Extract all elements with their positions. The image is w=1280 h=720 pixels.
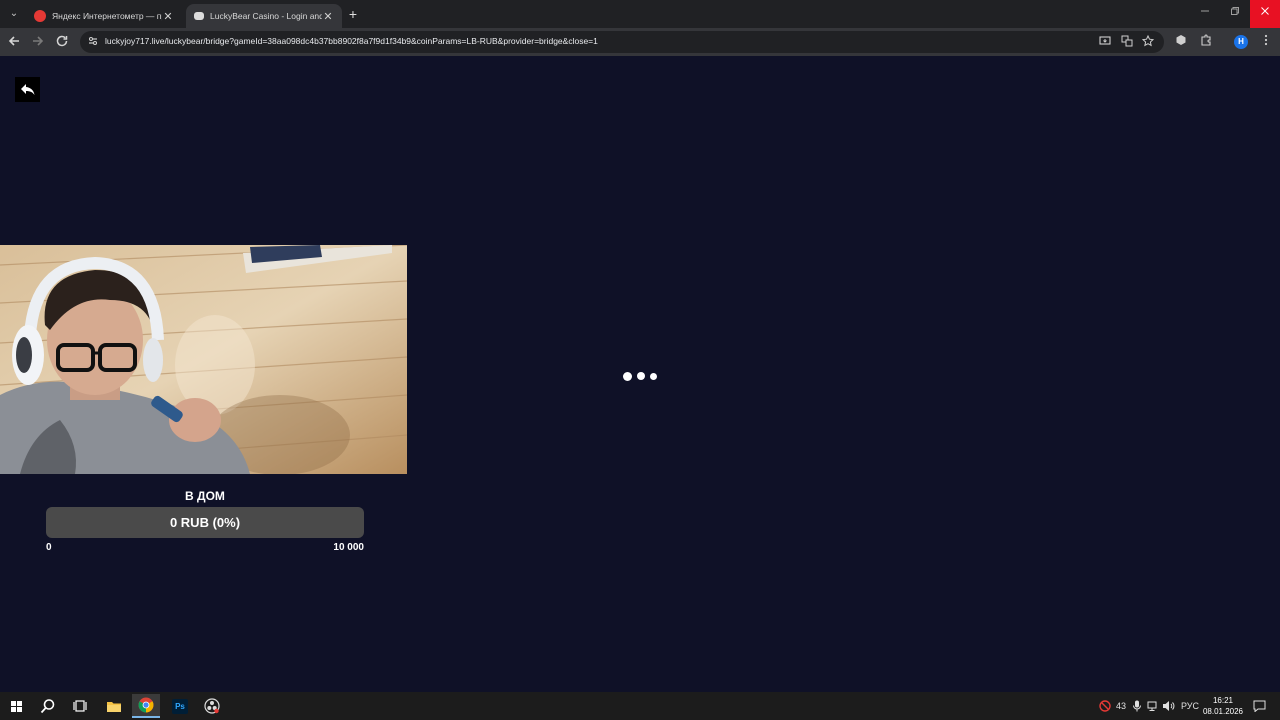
forward-nav-button[interactable] [30, 34, 46, 50]
webcam-video [0, 245, 407, 474]
profile-avatar[interactable]: H [1234, 35, 1248, 49]
arrow-right-icon [33, 36, 44, 46]
volume-icon[interactable] [1162, 700, 1175, 715]
translate-icon[interactable] [1120, 35, 1134, 49]
microphone-icon[interactable] [1132, 700, 1142, 715]
site-info-icon[interactable] [86, 35, 100, 49]
notifications-icon[interactable] [1253, 700, 1266, 715]
loading-dot [650, 372, 657, 380]
browser-menu-icon[interactable] [1258, 34, 1274, 50]
network-icon[interactable] [1147, 700, 1159, 715]
close-icon [1261, 7, 1269, 15]
back-nav-button[interactable] [6, 34, 22, 50]
tab-yandex[interactable]: Яндекс Интернетометр — про ✕ [26, 4, 182, 28]
new-tab-button[interactable]: + [346, 6, 360, 22]
search-icon [40, 699, 55, 714]
luckybear-favicon-icon [194, 12, 204, 20]
loading-dot [623, 371, 632, 381]
extension-icon[interactable] [1173, 34, 1189, 50]
tab-luckybear[interactable]: LuckyBear Casino - Login and A ✕ [186, 4, 342, 28]
donation-goal-amount: 0 RUB (0%) [169, 515, 241, 530]
obs-taskbar-button[interactable] [198, 694, 226, 718]
address-bar[interactable]: luckyjoy717.live/luckybear/bridge?gameId… [80, 31, 1164, 53]
chrome-taskbar-button[interactable] [132, 694, 160, 718]
tab-search-icon[interactable]: ⌄ [6, 6, 22, 22]
windows-taskbar: Ps 43 РУС 16:21 08.01.2026 [0, 692, 1280, 720]
obs-icon [204, 698, 220, 714]
goal-min-label: 0 [46, 542, 52, 553]
window-restore-button[interactable] [1220, 0, 1250, 28]
install-app-icon[interactable] [1098, 35, 1112, 49]
chrome-icon [138, 697, 154, 713]
task-view-icon [73, 700, 87, 712]
tray-app-icon[interactable] [1099, 700, 1111, 715]
photoshop-taskbar-button[interactable]: Ps [166, 694, 194, 718]
extensions-puzzle-icon[interactable] [1198, 34, 1214, 50]
photoshop-icon: Ps [172, 698, 188, 714]
restore-icon [1231, 7, 1239, 15]
tab-title: Яндекс Интернетометр — про [52, 11, 162, 21]
yandex-favicon-icon [34, 10, 46, 22]
tab-strip: ⌄ Яндекс Интернетометр — про ✕ LuckyBear… [0, 0, 1280, 28]
folder-icon [107, 702, 121, 712]
tab-close-icon[interactable]: ✕ [162, 10, 174, 23]
minimize-icon [1201, 10, 1209, 12]
windows-logo-icon [10, 700, 22, 712]
goal-max-label: 10 000 [333, 542, 364, 553]
weather-temp[interactable]: 43 [1116, 700, 1126, 712]
clock-time: 16:21 [1212, 696, 1234, 705]
loading-indicator [623, 371, 657, 381]
back-button[interactable] [15, 77, 40, 102]
tab-title: LuckyBear Casino - Login and A [210, 11, 322, 21]
casino-game-page: В ДОМ 0 RUB (0%) 0 10 000 [0, 56, 1280, 692]
window-minimize-button[interactable] [1190, 0, 1220, 28]
task-view-button[interactable] [66, 694, 94, 718]
start-button[interactable] [2, 694, 30, 718]
input-language[interactable]: РУС [1181, 700, 1199, 712]
url-text[interactable]: luckyjoy717.live/luckybear/bridge?gameId… [105, 36, 598, 46]
reply-arrow-icon [20, 83, 34, 95]
window-close-button[interactable] [1250, 0, 1280, 28]
system-clock[interactable]: 16:21 08.01.2026 [1198, 695, 1248, 717]
file-explorer-button[interactable] [100, 694, 128, 718]
donation-goal-title: В ДОМ [185, 489, 225, 503]
reload-button[interactable] [54, 34, 70, 50]
clock-date: 08.01.2026 [1202, 707, 1244, 716]
loading-dot [637, 372, 645, 380]
donation-goal-progress-bar: 0 RUB (0%) [46, 507, 364, 538]
reload-icon [56, 35, 68, 47]
arrow-left-icon [8, 36, 19, 46]
tab-close-icon[interactable]: ✕ [322, 10, 334, 23]
taskbar-search-button[interactable] [34, 694, 62, 718]
bookmark-star-icon[interactable] [1141, 34, 1155, 49]
browser-toolbar: luckyjoy717.live/luckybear/bridge?gameId… [0, 28, 1280, 56]
